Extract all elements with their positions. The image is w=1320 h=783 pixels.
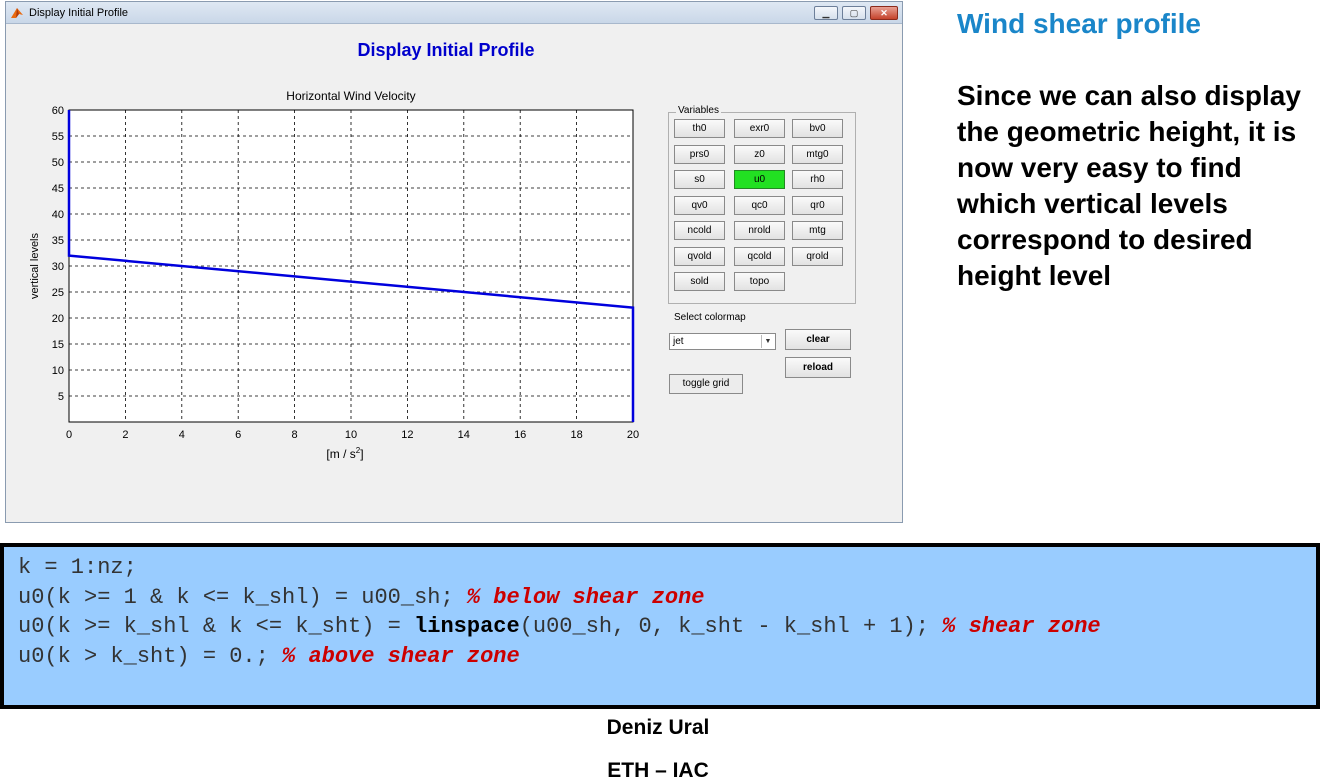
y-tick-label: 5 [58,391,64,403]
y-tick-label: 60 [52,105,64,117]
slide-title: Wind shear profile [957,8,1202,39]
variable-button-exr0[interactable]: exr0 [734,119,785,138]
figure-window: Display Initial Profile ▁ ▢ ✕ Display In… [5,1,903,523]
colormap-label: Select colormap [674,312,746,323]
y-tick-label: 10 [52,365,64,377]
x-tick-label: 14 [458,429,470,441]
variable-button-mtg0[interactable]: mtg0 [792,145,843,164]
slide-text: Since we can also display the geometric … [957,80,1301,291]
chevron-down-icon: ▼ [761,335,774,348]
x-tick-label: 2 [122,429,128,441]
colormap-select[interactable]: jet ▼ [669,333,776,350]
variable-button-mtg[interactable]: mtg [792,221,843,240]
code-line-1: k = 1:nz; [18,555,137,580]
y-tick-label: 55 [52,131,64,143]
variable-button-rh0[interactable]: rh0 [792,170,843,189]
variable-button-qcold[interactable]: qcold [734,247,785,266]
footer-author: Deniz Ural [606,716,710,739]
x-tick-label: 18 [570,429,582,441]
code-comment: % below shear zone [466,585,705,610]
clear-button[interactable]: clear [785,329,851,350]
reload-button[interactable]: reload [785,357,851,378]
minimize-button[interactable]: ▁ [814,6,838,20]
code-text: k = 1:nz; [18,555,137,580]
variable-button-ncold[interactable]: ncold [674,221,725,240]
y-tick-label: 50 [52,157,64,169]
variable-button-u0[interactable]: u0 [734,170,785,189]
code-keyword: linspace [414,614,520,639]
x-tick-label: 6 [235,429,241,441]
x-tick-label: 10 [345,429,357,441]
y-tick-label: 35 [52,235,64,247]
code-text: u0(k >= k_shl & k <= k_sht) = [18,614,415,639]
variable-button-bv0[interactable]: bv0 [792,119,843,138]
y-tick-label: 40 [52,209,64,221]
variable-button-topo[interactable]: topo [734,272,785,291]
toggle-grid-button[interactable]: toggle grid [669,374,743,394]
x-tick-label: 0 [66,429,72,441]
variable-button-qv0[interactable]: qv0 [674,196,725,215]
code-text: (u00_sh, 0, k_sht - k_shl + 1); [519,614,943,639]
variable-button-s0[interactable]: s0 [674,170,725,189]
variables-panel-title: Variables [676,105,721,116]
x-tick-label: 20 [627,429,639,441]
variable-button-prs0[interactable]: prs0 [674,145,725,164]
y-tick-label: 25 [52,287,64,299]
variable-button-sold[interactable]: sold [674,272,725,291]
footer-affiliation: ETH – IAC [607,759,709,782]
y-tick-label: 20 [52,313,64,325]
variable-button-qc0[interactable]: qc0 [734,196,785,215]
variable-button-qr0[interactable]: qr0 [792,196,843,215]
y-tick-label: 45 [52,183,64,195]
x-tick-label: 16 [514,429,526,441]
variable-button-z0[interactable]: z0 [734,145,785,164]
wind-velocity-chart: 0 2 4 6 8 10 12 14 16 18 20 5 10 15 20 25 30 35 40 45 50 55 60… [29,89,639,461]
code-line-3: u0(k >= k_shl & k <= k_sht) = linspace(u… [18,614,1101,639]
variable-button-qvold[interactable]: qvold [674,247,725,266]
x-tick-label: 8 [292,429,298,441]
code-text: u0(k > k_sht) = 0.; [18,644,283,669]
variable-button-qrold[interactable]: qrold [792,247,843,266]
chart-title: Horizontal Wind Velocity [286,89,415,103]
code-line-2: u0(k >= 1 & k <= k_shl) = u00_sh; % belo… [18,585,705,610]
code-comment: % shear zone [942,614,1101,639]
x-tick-label: 12 [401,429,413,441]
close-button[interactable]: ✕ [870,6,898,20]
code-box: k = 1:nz; u0(k >= 1 & k <= k_shl) = u00_… [0,543,1320,709]
code-line-4: u0(k > k_sht) = 0.; % above shear zone [18,644,520,669]
y-tick-label: 30 [52,261,64,273]
code-text: u0(k >= 1 & k <= k_shl) = u00_sh; [18,585,467,610]
y-axis-label: vertical levels [29,232,41,299]
variable-button-nrold[interactable]: nrold [734,221,785,240]
x-tick-label: 4 [179,429,185,441]
colormap-value: jet [673,336,684,347]
code-comment: % above shear zone [282,644,520,669]
variable-button-th0[interactable]: th0 [674,119,725,138]
x-axis-label: [m / s2] [326,446,363,461]
y-tick-label: 15 [52,339,64,351]
maximize-button[interactable]: ▢ [842,6,866,20]
